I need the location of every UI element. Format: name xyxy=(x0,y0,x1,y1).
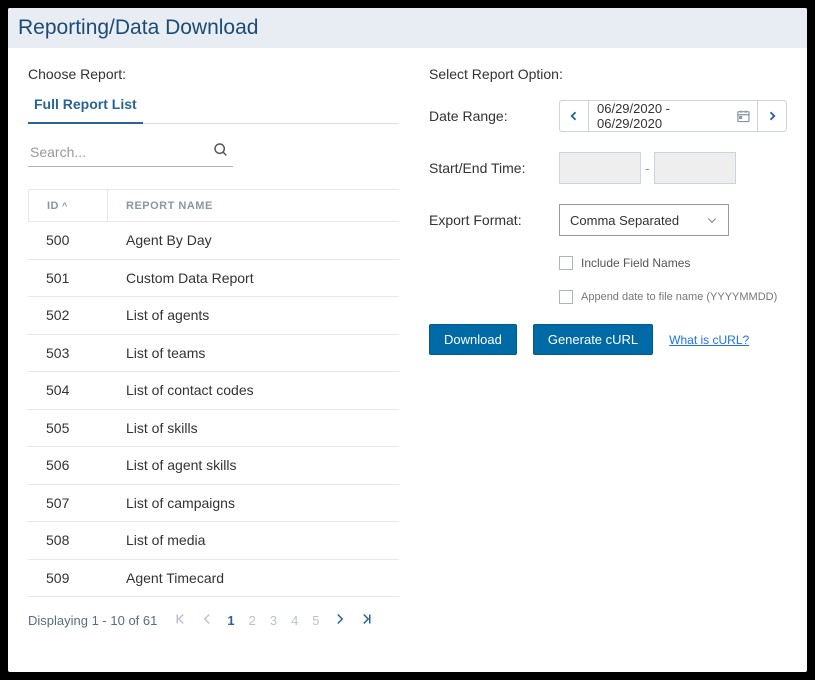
table-row[interactable]: 501 Custom Data Report xyxy=(28,260,399,298)
page-next-icon[interactable] xyxy=(334,613,346,628)
header-id[interactable]: ID ^ xyxy=(28,190,108,222)
page-3[interactable]: 3 xyxy=(270,613,277,628)
button-row: Download Generate cURL What is cURL? xyxy=(429,324,787,355)
row-name: Agent By Day xyxy=(108,232,399,248)
header-id-label: ID xyxy=(47,200,59,212)
start-end-time-row: Start/End Time: - xyxy=(429,152,787,184)
row-id: 505 xyxy=(28,412,108,444)
export-format-value: Comma Separated xyxy=(570,213,679,228)
time-group: - xyxy=(559,152,736,184)
append-date-row: Append date to file name (YYYYMMDD) xyxy=(559,290,787,304)
export-format-select[interactable]: Comma Separated xyxy=(559,204,729,236)
row-id: 508 xyxy=(28,524,108,556)
calendar-icon xyxy=(736,108,751,124)
table-row[interactable]: 500 Agent By Day xyxy=(28,222,399,260)
app-window: Reporting/Data Download Choose Report: F… xyxy=(8,8,807,672)
date-next-button[interactable] xyxy=(757,100,787,132)
page-title: Reporting/Data Download xyxy=(8,8,807,48)
table-row[interactable]: 503 List of teams xyxy=(28,335,399,373)
row-name: List of teams xyxy=(108,345,399,361)
download-button[interactable]: Download xyxy=(429,324,517,355)
date-prev-button[interactable] xyxy=(559,100,589,132)
main-content: Choose Report: Full Report List ID ^ REP… xyxy=(8,48,807,638)
tab-full-report-list[interactable]: Full Report List xyxy=(28,96,143,124)
row-id: 507 xyxy=(28,487,108,519)
sort-asc-icon: ^ xyxy=(62,201,68,211)
append-date-label: Append date to file name (YYYYMMDD) xyxy=(581,291,777,303)
search-icon xyxy=(213,142,229,158)
row-name: List of skills xyxy=(108,420,399,436)
date-range-value: 06/29/2020 - 06/29/2020 xyxy=(597,101,728,131)
page-first-icon[interactable] xyxy=(175,613,187,628)
header-name[interactable]: REPORT NAME xyxy=(108,200,399,212)
paginator: Displaying 1 - 10 of 61 1 2 3 4 5 xyxy=(28,613,399,628)
row-id: 500 xyxy=(28,224,108,256)
table-row[interactable]: 507 List of campaigns xyxy=(28,485,399,523)
table-row[interactable]: 505 List of skills xyxy=(28,410,399,448)
row-name: List of campaigns xyxy=(108,495,399,511)
row-name: List of agents xyxy=(108,307,399,323)
page-2[interactable]: 2 xyxy=(249,613,256,628)
left-panel: Choose Report: Full Report List ID ^ REP… xyxy=(28,66,399,628)
include-field-names-checkbox[interactable] xyxy=(559,256,573,270)
row-id: 502 xyxy=(28,299,108,331)
include-field-names-label: Include Field Names xyxy=(581,256,690,270)
date-range-label: Date Range: xyxy=(429,108,559,124)
row-name: List of contact codes xyxy=(108,382,399,398)
page-last-icon[interactable] xyxy=(360,613,372,628)
export-format-row: Export Format: Comma Separated xyxy=(429,204,787,236)
row-id: 509 xyxy=(28,562,108,594)
search-input[interactable] xyxy=(28,138,233,167)
start-end-time-label: Start/End Time: xyxy=(429,160,559,176)
time-separator: - xyxy=(645,160,650,176)
date-range-group: 06/29/2020 - 06/29/2020 xyxy=(559,100,787,132)
page-4[interactable]: 4 xyxy=(291,613,298,628)
generate-curl-button[interactable]: Generate cURL xyxy=(533,324,653,355)
table-row[interactable]: 509 Agent Timecard xyxy=(28,560,399,598)
table-row[interactable]: 508 List of media xyxy=(28,522,399,560)
tab-row: Full Report List xyxy=(28,96,399,124)
date-range-input[interactable]: 06/29/2020 - 06/29/2020 xyxy=(589,100,757,132)
what-is-curl-link[interactable]: What is cURL? xyxy=(669,333,749,347)
row-id: 504 xyxy=(28,374,108,406)
table-header: ID ^ REPORT NAME xyxy=(28,190,399,222)
row-id: 506 xyxy=(28,449,108,481)
search-wrap xyxy=(28,138,233,167)
end-time-input[interactable] xyxy=(654,152,736,184)
include-field-names-row: Include Field Names xyxy=(559,256,787,270)
chevron-down-icon xyxy=(706,214,718,226)
page-1[interactable]: 1 xyxy=(227,613,234,628)
pagination-status: Displaying 1 - 10 of 61 xyxy=(28,613,157,628)
row-id: 501 xyxy=(28,262,108,294)
append-date-checkbox[interactable] xyxy=(559,290,573,304)
report-table: ID ^ REPORT NAME 500 Agent By Day 501 Cu… xyxy=(28,189,399,597)
choose-report-label: Choose Report: xyxy=(28,66,399,82)
table-row[interactable]: 504 List of contact codes xyxy=(28,372,399,410)
export-format-label: Export Format: xyxy=(429,212,559,228)
page-prev-icon[interactable] xyxy=(201,613,213,628)
page-controls: 1 2 3 4 5 xyxy=(175,613,371,628)
table-row[interactable]: 502 List of agents xyxy=(28,297,399,335)
select-option-label: Select Report Option: xyxy=(429,66,787,82)
date-range-row: Date Range: 06/29/2020 - 06/29/2020 xyxy=(429,100,787,132)
row-name: List of media xyxy=(108,532,399,548)
row-name: Custom Data Report xyxy=(108,270,399,286)
row-name: Agent Timecard xyxy=(108,570,399,586)
table-row[interactable]: 506 List of agent skills xyxy=(28,447,399,485)
row-id: 503 xyxy=(28,337,108,369)
row-name: List of agent skills xyxy=(108,457,399,473)
right-panel: Select Report Option: Date Range: 06/29/… xyxy=(429,66,787,628)
start-time-input[interactable] xyxy=(559,152,641,184)
page-5[interactable]: 5 xyxy=(312,613,319,628)
